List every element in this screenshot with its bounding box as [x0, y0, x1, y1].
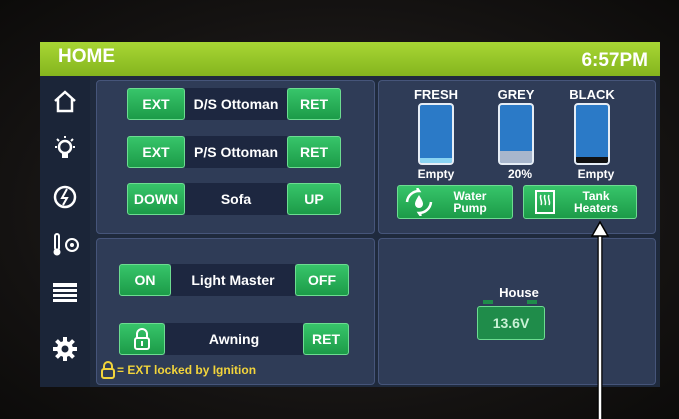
sidebar-item-climate[interactable]	[46, 226, 84, 264]
tank-fill	[420, 158, 452, 163]
water-pump-icon	[405, 188, 433, 216]
tank-name: GREY	[497, 87, 535, 102]
sidebar-item-home[interactable]	[46, 82, 84, 120]
tank-name: BLACK	[569, 87, 615, 102]
tanks-panel: FRESH Empty GREY 20% BLACK Empty Water P…	[378, 80, 656, 234]
light-master-off-button[interactable]: OFF	[295, 264, 349, 296]
temperature-fan-icon	[53, 233, 79, 256]
house-battery-voltage: 13.6V	[477, 306, 545, 340]
water-pump-label: Water Pump	[453, 189, 487, 215]
sidebar	[40, 76, 90, 387]
tank-value: 20%	[507, 167, 533, 181]
water-pump-button[interactable]: Water Pump	[397, 185, 513, 219]
gear-icon	[53, 337, 77, 361]
lock-legend-text: = EXT locked by Ignition	[117, 363, 257, 377]
sofa-label: Sofa	[185, 183, 287, 215]
ps-ottoman-ret-button[interactable]: RET	[287, 136, 341, 168]
tank-heaters-button[interactable]: Tank Heaters	[523, 185, 637, 219]
awning-ret-button[interactable]: RET	[303, 323, 349, 355]
light-master-on-button[interactable]: ON	[119, 264, 171, 296]
sofa-up-button[interactable]: UP	[287, 183, 341, 215]
touch-screen: HOME 6:57PM EXT D/S Ottoman RET EXT P/S …	[40, 42, 660, 387]
tank-value: Empty	[577, 167, 615, 181]
heater-icon	[535, 190, 555, 214]
tank-fill	[500, 151, 532, 163]
top-bar: HOME 6:57PM	[40, 42, 660, 76]
battery-terminal	[483, 300, 493, 304]
page-title: HOME	[58, 46, 115, 67]
padlock-icon	[101, 361, 115, 379]
battery-label: House	[499, 285, 539, 300]
light-bulb-icon	[55, 136, 75, 158]
black-tank-gauge	[574, 103, 610, 165]
ds-ottoman-ext-button[interactable]: EXT	[127, 88, 185, 120]
power-icon	[53, 185, 77, 209]
awning-lock-button[interactable]	[119, 323, 165, 355]
ps-ottoman-ext-button[interactable]: EXT	[127, 136, 185, 168]
ds-ottoman-label: D/S Ottoman	[185, 88, 287, 120]
lights-panel: ON Light Master OFF Awning RET = EXT loc…	[96, 238, 375, 385]
battery-terminal	[527, 300, 537, 304]
fresh-tank-gauge	[418, 103, 454, 165]
light-master-label: Light Master	[171, 264, 295, 296]
sidebar-item-power[interactable]	[46, 178, 84, 216]
lock-legend: = EXT locked by Ignition	[101, 361, 256, 379]
home-icon	[54, 90, 76, 113]
clock: 6:57PM	[581, 50, 648, 71]
grey-tank-gauge	[498, 103, 534, 165]
tank-heaters-label: Tank Heaters	[573, 189, 619, 215]
awning-label: Awning	[165, 323, 303, 355]
ps-ottoman-label: P/S Ottoman	[185, 136, 287, 168]
tank-fill	[576, 157, 608, 163]
sidebar-item-lights[interactable]	[46, 130, 84, 168]
slides-panel: EXT D/S Ottoman RET EXT P/S Ottoman RET …	[96, 80, 375, 234]
sofa-down-button[interactable]: DOWN	[127, 183, 185, 215]
sidebar-item-shades[interactable]	[46, 274, 84, 312]
annotation-arrow-icon	[590, 220, 610, 419]
tank-name: FRESH	[413, 87, 459, 102]
padlock-icon	[134, 328, 150, 350]
ds-ottoman-ret-button[interactable]: RET	[287, 88, 341, 120]
tank-value: Empty	[417, 167, 455, 181]
sidebar-item-settings[interactable]	[46, 330, 84, 368]
shade-blinds-icon	[53, 283, 77, 302]
